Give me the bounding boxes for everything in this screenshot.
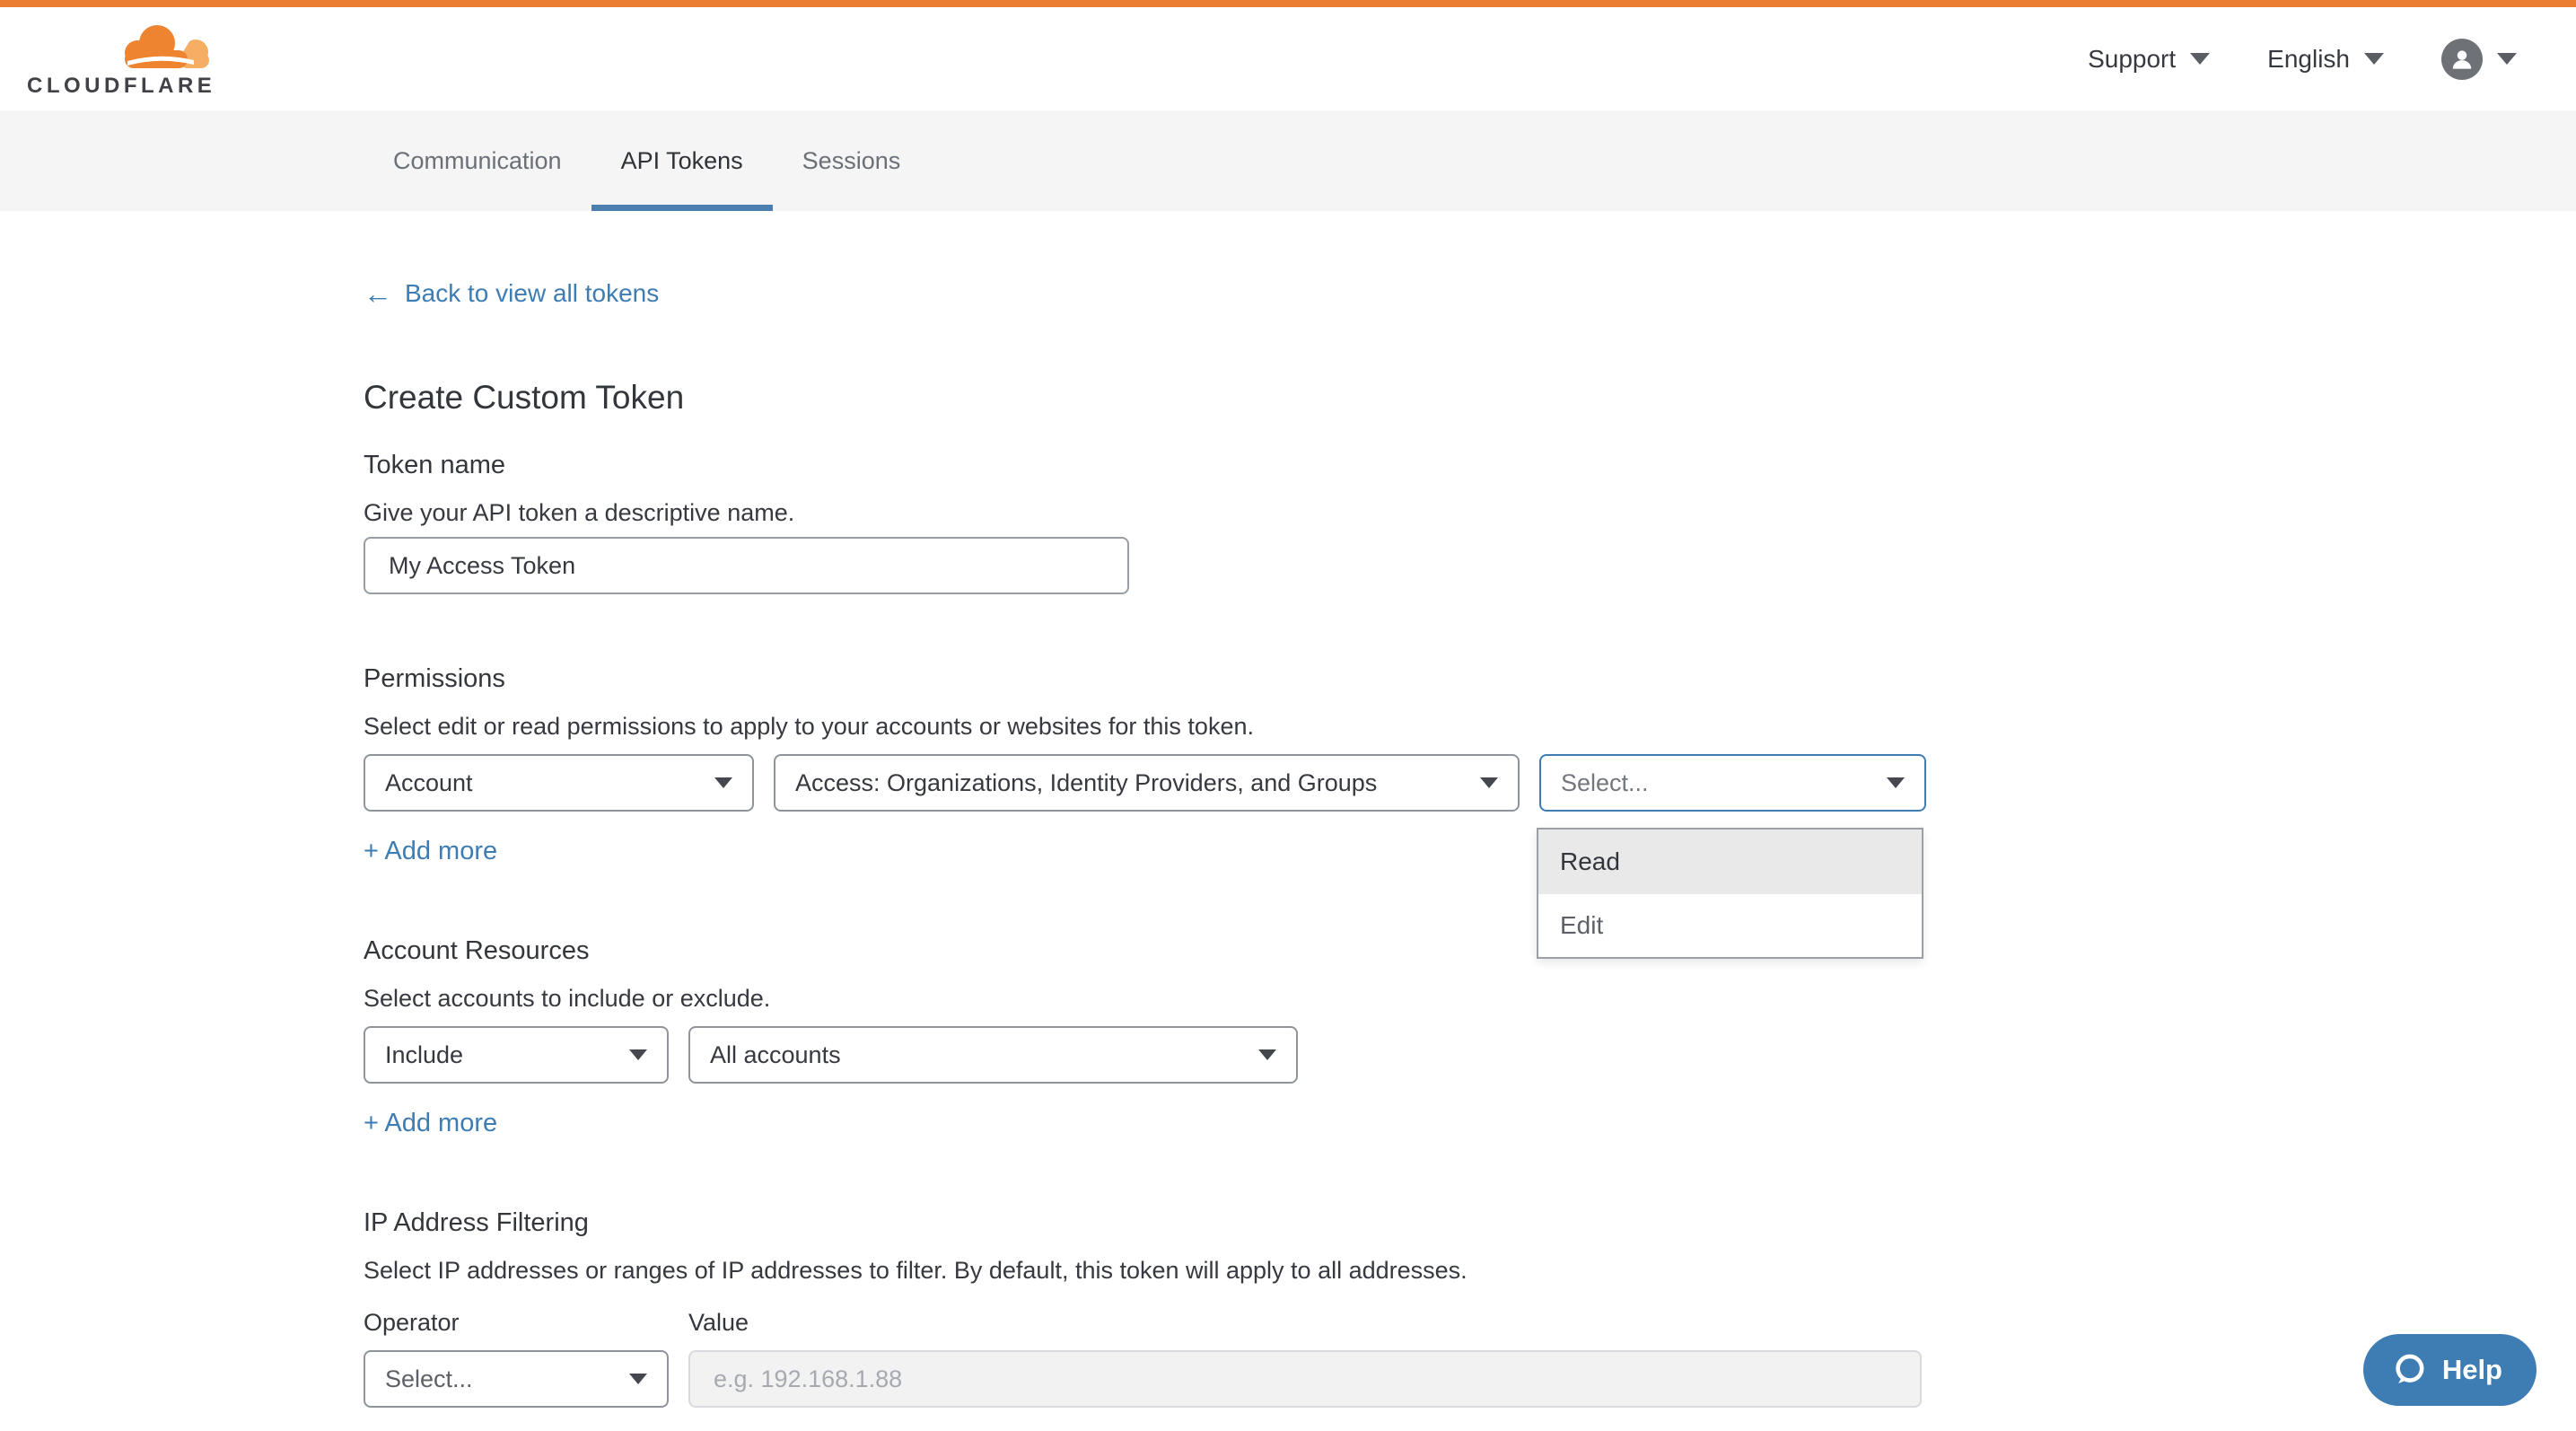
back-arrow-icon: ← bbox=[364, 278, 392, 309]
chevron-down-icon bbox=[629, 1049, 647, 1060]
support-menu-label: Support bbox=[2088, 45, 2176, 74]
help-chat-icon bbox=[2390, 1351, 2428, 1389]
permission-level-dropdown-menu: Read Edit bbox=[1537, 828, 1923, 959]
account-menu[interactable] bbox=[2441, 39, 2517, 80]
cloudflare-logo-text: CLOUDFLARE bbox=[27, 74, 217, 99]
cloudflare-logo[interactable]: CLOUDFLARE bbox=[27, 20, 217, 99]
chevron-down-icon bbox=[1887, 777, 1905, 788]
token-name-input[interactable] bbox=[364, 537, 1129, 594]
permissions-row-wrap: Account Access: Organizations, Identity … bbox=[364, 754, 2576, 812]
account-resources-heading: Account Resources bbox=[364, 935, 2576, 967]
chevron-down-icon bbox=[2190, 53, 2210, 65]
ip-operator-placeholder: Select... bbox=[385, 1365, 473, 1393]
ip-filtering-description: Select IP addresses or ranges of IP addr… bbox=[364, 1255, 2576, 1286]
tab-sessions[interactable]: Sessions bbox=[773, 110, 931, 211]
back-to-tokens-link[interactable]: ← Back to view all tokens bbox=[364, 278, 659, 309]
chevron-down-icon bbox=[1480, 777, 1498, 788]
operator-label: Operator bbox=[364, 1309, 688, 1336]
support-menu[interactable]: Support bbox=[2088, 45, 2210, 74]
chevron-down-icon bbox=[629, 1374, 647, 1384]
account-resources-row: Include All accounts bbox=[364, 1026, 2576, 1084]
header-actions: Support English bbox=[2088, 39, 2517, 80]
ip-operator-select[interactable]: Select... bbox=[364, 1350, 669, 1408]
chevron-down-icon bbox=[714, 777, 732, 788]
back-link-label: Back to view all tokens bbox=[405, 278, 659, 309]
language-menu-label: English bbox=[2267, 45, 2350, 74]
ip-filtering-labels: Operator Value bbox=[364, 1309, 2576, 1336]
token-name-section: Token name Give your API token a descrip… bbox=[364, 449, 2576, 594]
chevron-down-icon bbox=[2364, 53, 2384, 65]
account-resources-description: Select accounts to include or exclude. bbox=[364, 983, 2576, 1014]
include-exclude-value: Include bbox=[385, 1041, 463, 1069]
chevron-down-icon bbox=[2497, 53, 2517, 65]
chevron-down-icon bbox=[1258, 1049, 1276, 1060]
top-accent-bar bbox=[0, 0, 2576, 7]
permission-resource-value: Access: Organizations, Identity Provider… bbox=[795, 769, 1377, 797]
permission-resource-select[interactable]: Access: Organizations, Identity Provider… bbox=[774, 754, 1520, 812]
ip-value-input[interactable] bbox=[688, 1350, 1922, 1408]
main-content: ← Back to view all tokens Create Custom … bbox=[0, 211, 2576, 1408]
permissions-add-more-link[interactable]: + Add more bbox=[364, 837, 497, 866]
dropdown-option-edit[interactable]: Edit bbox=[1538, 894, 1922, 957]
permissions-section: Permissions Select edit or read permissi… bbox=[364, 663, 2576, 866]
permissions-heading: Permissions bbox=[364, 663, 2576, 695]
ip-filtering-row: Select... bbox=[364, 1350, 2576, 1408]
cloudflare-cloud-icon bbox=[27, 20, 217, 72]
token-name-description: Give your API token a descriptive name. bbox=[364, 497, 2576, 528]
permissions-description: Select edit or read permissions to apply… bbox=[364, 711, 2576, 742]
account-resources-add-more-link[interactable]: + Add more bbox=[364, 1109, 497, 1138]
value-label: Value bbox=[688, 1309, 749, 1336]
accounts-select[interactable]: All accounts bbox=[688, 1026, 1298, 1084]
accounts-select-value: All accounts bbox=[710, 1041, 841, 1069]
permissions-row: Account Access: Organizations, Identity … bbox=[364, 754, 2576, 812]
ip-filtering-heading: IP Address Filtering bbox=[364, 1207, 2576, 1239]
page-title: Create Custom Token bbox=[364, 377, 2576, 418]
profile-tabbar: Communication API Tokens Sessions bbox=[0, 110, 2576, 211]
permission-level-select[interactable]: Select... bbox=[1539, 754, 1926, 812]
tab-communication[interactable]: Communication bbox=[364, 110, 591, 211]
tab-api-tokens[interactable]: API Tokens bbox=[591, 110, 773, 211]
help-button[interactable]: Help bbox=[2363, 1334, 2537, 1406]
ip-filtering-section: IP Address Filtering Select IP addresses… bbox=[364, 1207, 2576, 1408]
account-resources-section: Account Resources Select accounts to inc… bbox=[364, 935, 2576, 1138]
header: CLOUDFLARE Support English bbox=[0, 7, 2576, 110]
permission-level-placeholder: Select... bbox=[1561, 769, 1649, 797]
user-avatar-icon bbox=[2441, 39, 2483, 80]
permission-scope-value: Account bbox=[385, 769, 473, 797]
dropdown-option-read[interactable]: Read bbox=[1538, 830, 1922, 894]
token-name-heading: Token name bbox=[364, 449, 2576, 481]
help-button-label: Help bbox=[2442, 1354, 2502, 1386]
language-menu[interactable]: English bbox=[2267, 45, 2384, 74]
include-exclude-select[interactable]: Include bbox=[364, 1026, 669, 1084]
permission-scope-select[interactable]: Account bbox=[364, 754, 754, 812]
